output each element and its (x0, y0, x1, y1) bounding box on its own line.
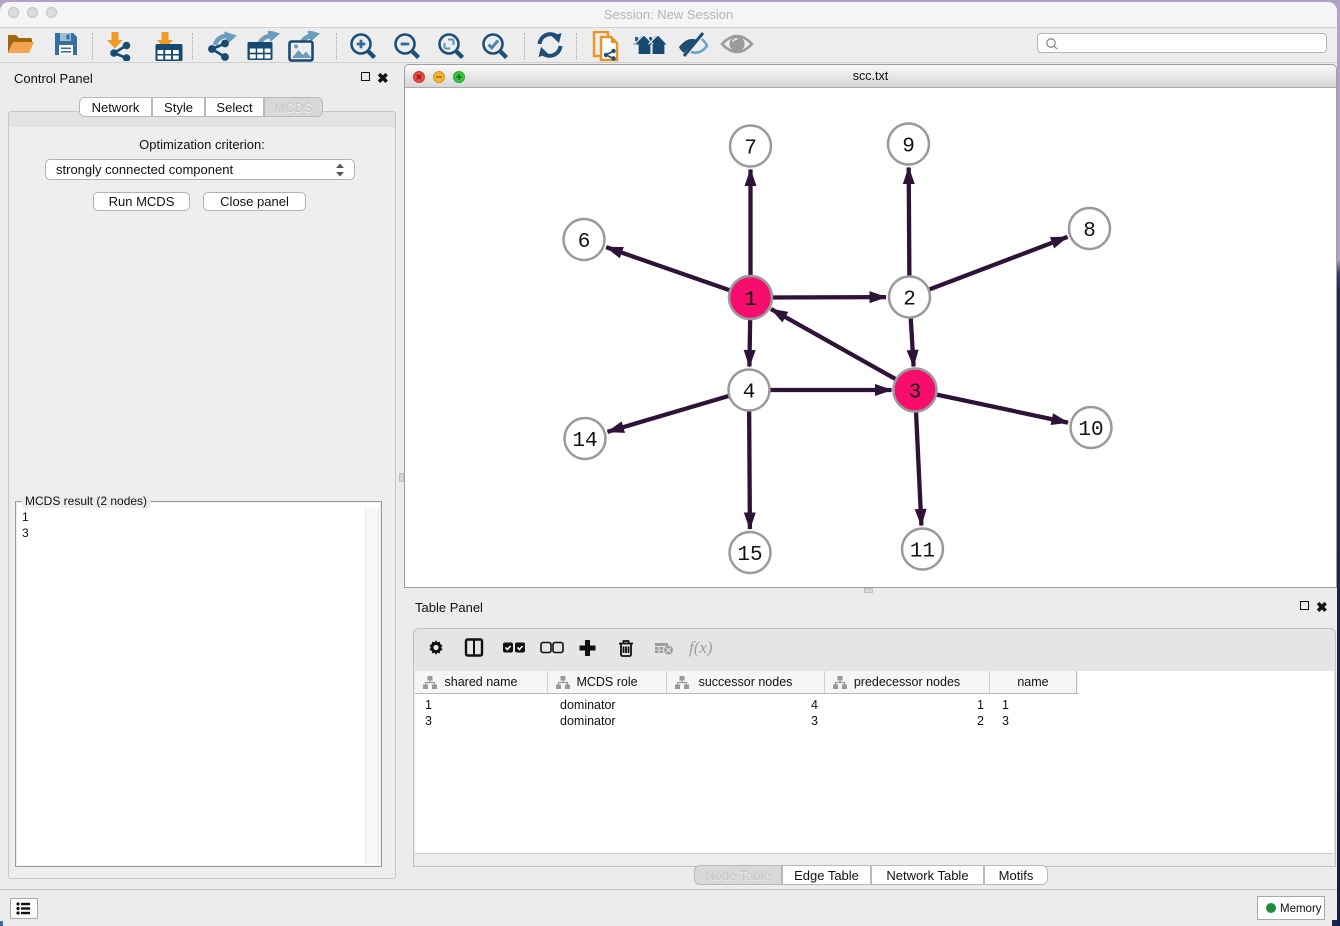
svg-text:f(x): f(x) (689, 638, 713, 657)
svg-text:8: 8 (1083, 220, 1096, 243)
svg-text:14: 14 (572, 430, 597, 453)
svg-text:15: 15 (737, 544, 762, 567)
svg-text:9: 9 (902, 136, 915, 159)
svg-text:10: 10 (1078, 419, 1103, 442)
svg-text:6: 6 (578, 231, 591, 254)
svg-text:7: 7 (744, 138, 757, 161)
svg-text:11: 11 (910, 541, 935, 564)
svg-text:4: 4 (743, 382, 756, 405)
svg-text:1: 1 (744, 289, 757, 312)
svg-text:2: 2 (903, 289, 916, 312)
svg-text:3: 3 (909, 382, 922, 405)
